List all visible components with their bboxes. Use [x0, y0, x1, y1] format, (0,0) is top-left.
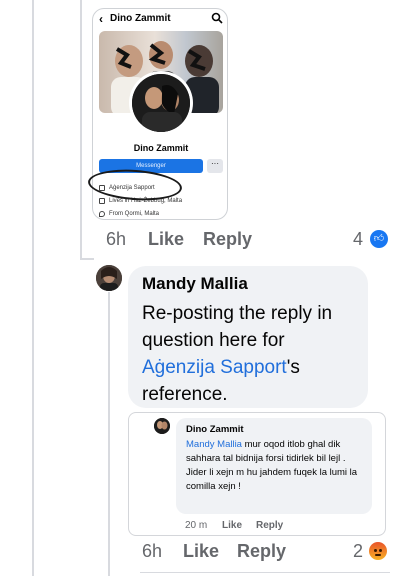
profile-header-title: Dino Zammit	[110, 13, 171, 24]
search-icon[interactable]	[211, 12, 223, 24]
comment-text: Re-posting the reply in question here fo…	[142, 303, 333, 405]
quoted-mention: Mandy Mallia	[186, 439, 242, 450]
back-icon[interactable]: ‹	[99, 12, 103, 26]
comment-reply-button[interactable]: Reply	[237, 541, 286, 562]
bottom-divider	[140, 572, 390, 573]
thread-line-reply	[108, 292, 110, 576]
post-like-button[interactable]: Like	[148, 229, 184, 250]
thread-line-outer	[32, 0, 34, 576]
profile-name: Dino Zammit	[133, 143, 189, 153]
home-icon	[99, 198, 105, 204]
comment-author[interactable]: Mandy Mallia	[142, 274, 248, 294]
post-reaction-count[interactable]: 4	[353, 229, 363, 250]
quoted-reply-bubble: Dino Zammit Mandy Mallia mur oqod itlob …	[176, 418, 372, 514]
mention-link[interactable]: Aġenzija Sapport	[142, 357, 287, 378]
commenter-avatar[interactable]	[96, 265, 122, 291]
quoted-reply-author: Dino Zammit	[186, 424, 244, 435]
comment-time: 6h	[142, 541, 163, 561]
comment-like-button[interactable]: Like	[183, 541, 219, 562]
thread-line-inner	[80, 0, 82, 260]
quoted-reply-time: 20 m	[185, 520, 208, 531]
angry-reaction-icon	[369, 542, 387, 560]
info-from: From Qormi, Malta	[99, 211, 159, 217]
quoted-reply-reply: Reply	[256, 520, 284, 531]
profile-header: ‹ Dino Zammit	[93, 9, 227, 31]
profile-avatar[interactable]	[129, 71, 193, 135]
post-reply-button[interactable]: Reply	[203, 229, 252, 250]
quoted-reply-like: Like	[222, 520, 243, 531]
quoted-reply-text: Mandy Mallia mur oqod itlob ghal dik sah…	[186, 439, 358, 492]
post-time: 6h	[106, 229, 127, 249]
like-reaction-icon: 👍︎	[370, 230, 388, 248]
comment-reaction-count[interactable]: 2	[353, 541, 363, 562]
thread-connector	[80, 258, 94, 260]
more-options-button[interactable]: ···	[207, 159, 223, 173]
location-pin-icon	[99, 211, 105, 217]
comment-bubble[interactable]: Mandy Mallia Re-posting the reply in que…	[128, 266, 368, 408]
quoted-reply-avatar	[154, 418, 170, 434]
